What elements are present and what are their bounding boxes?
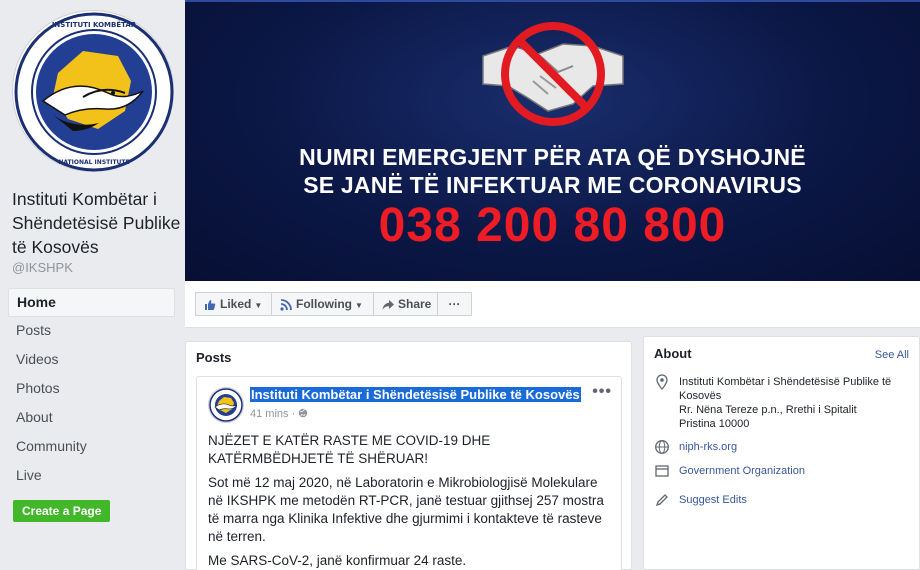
cover-headline-line1: NUMRI EMERGJENT PËR ATA QË DYSHOJNË	[299, 144, 806, 170]
create-page-button[interactable]: Create a Page	[13, 500, 111, 522]
left-sidebar: INSTITUTI KOMBËTAR NATIONAL INSTITUTE In…	[0, 0, 185, 570]
institute-logo-icon	[209, 388, 243, 422]
posts-heading: Posts	[196, 350, 232, 365]
about-category-link[interactable]: Government Organization	[679, 464, 909, 478]
about-website: niph-rks.org	[654, 439, 914, 457]
share-label: Share	[398, 297, 432, 311]
institute-logo-icon: INSTITUTI KOMBËTAR NATIONAL INSTITUTE	[14, 12, 174, 172]
nav-item-community[interactable]: Community	[8, 433, 175, 462]
nav-item-live[interactable]: Live	[8, 462, 175, 491]
post-author-avatar[interactable]	[208, 387, 244, 423]
following-button[interactable]: Following ▼	[271, 292, 374, 316]
about-suggest-edits: Suggest Edits	[654, 492, 914, 510]
page-profile-logo[interactable]: INSTITUTI KOMBËTAR NATIONAL INSTITUTE	[12, 10, 174, 172]
post-author-link[interactable]: Instituti Kombëtar i Shëndetësisë Publik…	[250, 387, 581, 402]
page-title: Instituti Kombëtar i Shëndetësisë Publik…	[12, 189, 181, 257]
following-label: Following	[296, 297, 352, 311]
page-handle[interactable]: @IKSHPK	[12, 260, 73, 275]
about-address: Instituti Kombëtar i Shëndetësisë Publik…	[654, 374, 914, 432]
post-paragraph: Me SARS-CoV-2, janë konfirmuar 24 raste.	[208, 553, 467, 568]
rss-follow-icon	[280, 298, 292, 311]
about-heading: About	[654, 346, 692, 361]
globe-privacy-icon	[298, 408, 308, 418]
post-card: Instituti Kombëtar i Shëndetësisë Publik…	[196, 376, 622, 570]
liked-label: Liked	[220, 297, 252, 311]
pencil-icon	[655, 494, 668, 507]
no-handshake-icon	[482, 22, 624, 126]
nav-item-about[interactable]: About	[8, 404, 175, 433]
about-category: Government Organization	[654, 463, 914, 481]
category-flag-icon	[655, 465, 669, 477]
svg-text:NATIONAL INSTITUTE: NATIONAL INSTITUTE	[58, 159, 129, 166]
suggest-edits-link[interactable]: Suggest Edits	[679, 493, 909, 507]
post-paragraph: Sot më 12 maj 2020, në Laboratorin e Mik…	[208, 475, 604, 544]
post-timestamp[interactable]: 41 mins ·	[250, 408, 308, 420]
cover-photo[interactable]: NUMRI EMERGJENT PËR ATA QË DYSHOJNË SE J…	[185, 0, 920, 281]
more-actions-button[interactable]: ···	[437, 292, 472, 316]
map-pin-icon	[656, 374, 668, 390]
share-arrow-icon	[382, 299, 394, 310]
share-button[interactable]: Share	[373, 292, 438, 316]
about-see-all-link[interactable]: See All	[875, 349, 909, 361]
nav-item-home[interactable]: Home	[8, 288, 175, 317]
nav-item-posts[interactable]: Posts	[8, 317, 175, 346]
chevron-down-icon: ▼	[355, 301, 363, 310]
about-panel: About See All Instituti Kombëtar i Shënd…	[643, 336, 920, 570]
chevron-down-icon: ▼	[254, 301, 263, 310]
page-action-bar: Liked ▼ Following ▼ Share ···	[185, 281, 920, 328]
about-website-link[interactable]: niph-rks.org	[679, 440, 909, 454]
svg-text:INSTITUTI KOMBËTAR: INSTITUTI KOMBËTAR	[52, 20, 137, 29]
globe-icon	[655, 440, 669, 454]
about-address-text: Instituti Kombëtar i Shëndetësisë Publik…	[679, 376, 892, 430]
post-options-icon[interactable]: •••	[592, 383, 612, 401]
page-nav: Home Posts Videos Photos About Community…	[8, 288, 175, 491]
posts-panel: Posts Instituti Kombëtar i Shëndetësisë …	[185, 341, 632, 570]
post-headline: NJËZET E KATËR RASTE ME COVID-19 DHE KAT…	[208, 433, 491, 466]
post-time: 41 mins ·	[250, 408, 299, 420]
nav-item-videos[interactable]: Videos	[8, 346, 175, 375]
nav-item-photos[interactable]: Photos	[8, 375, 175, 404]
post-text: NJËZET E KATËR RASTE ME COVID-19 DHE KAT…	[208, 432, 613, 570]
liked-button[interactable]: Liked ▼	[195, 292, 272, 316]
cover-emergency-phone: 038 200 80 800	[378, 199, 727, 252]
cover-headline-line2: SE JANË TË INFEKTUAR ME CORONAVIRUS	[303, 172, 802, 198]
thumbs-up-icon	[205, 299, 216, 310]
